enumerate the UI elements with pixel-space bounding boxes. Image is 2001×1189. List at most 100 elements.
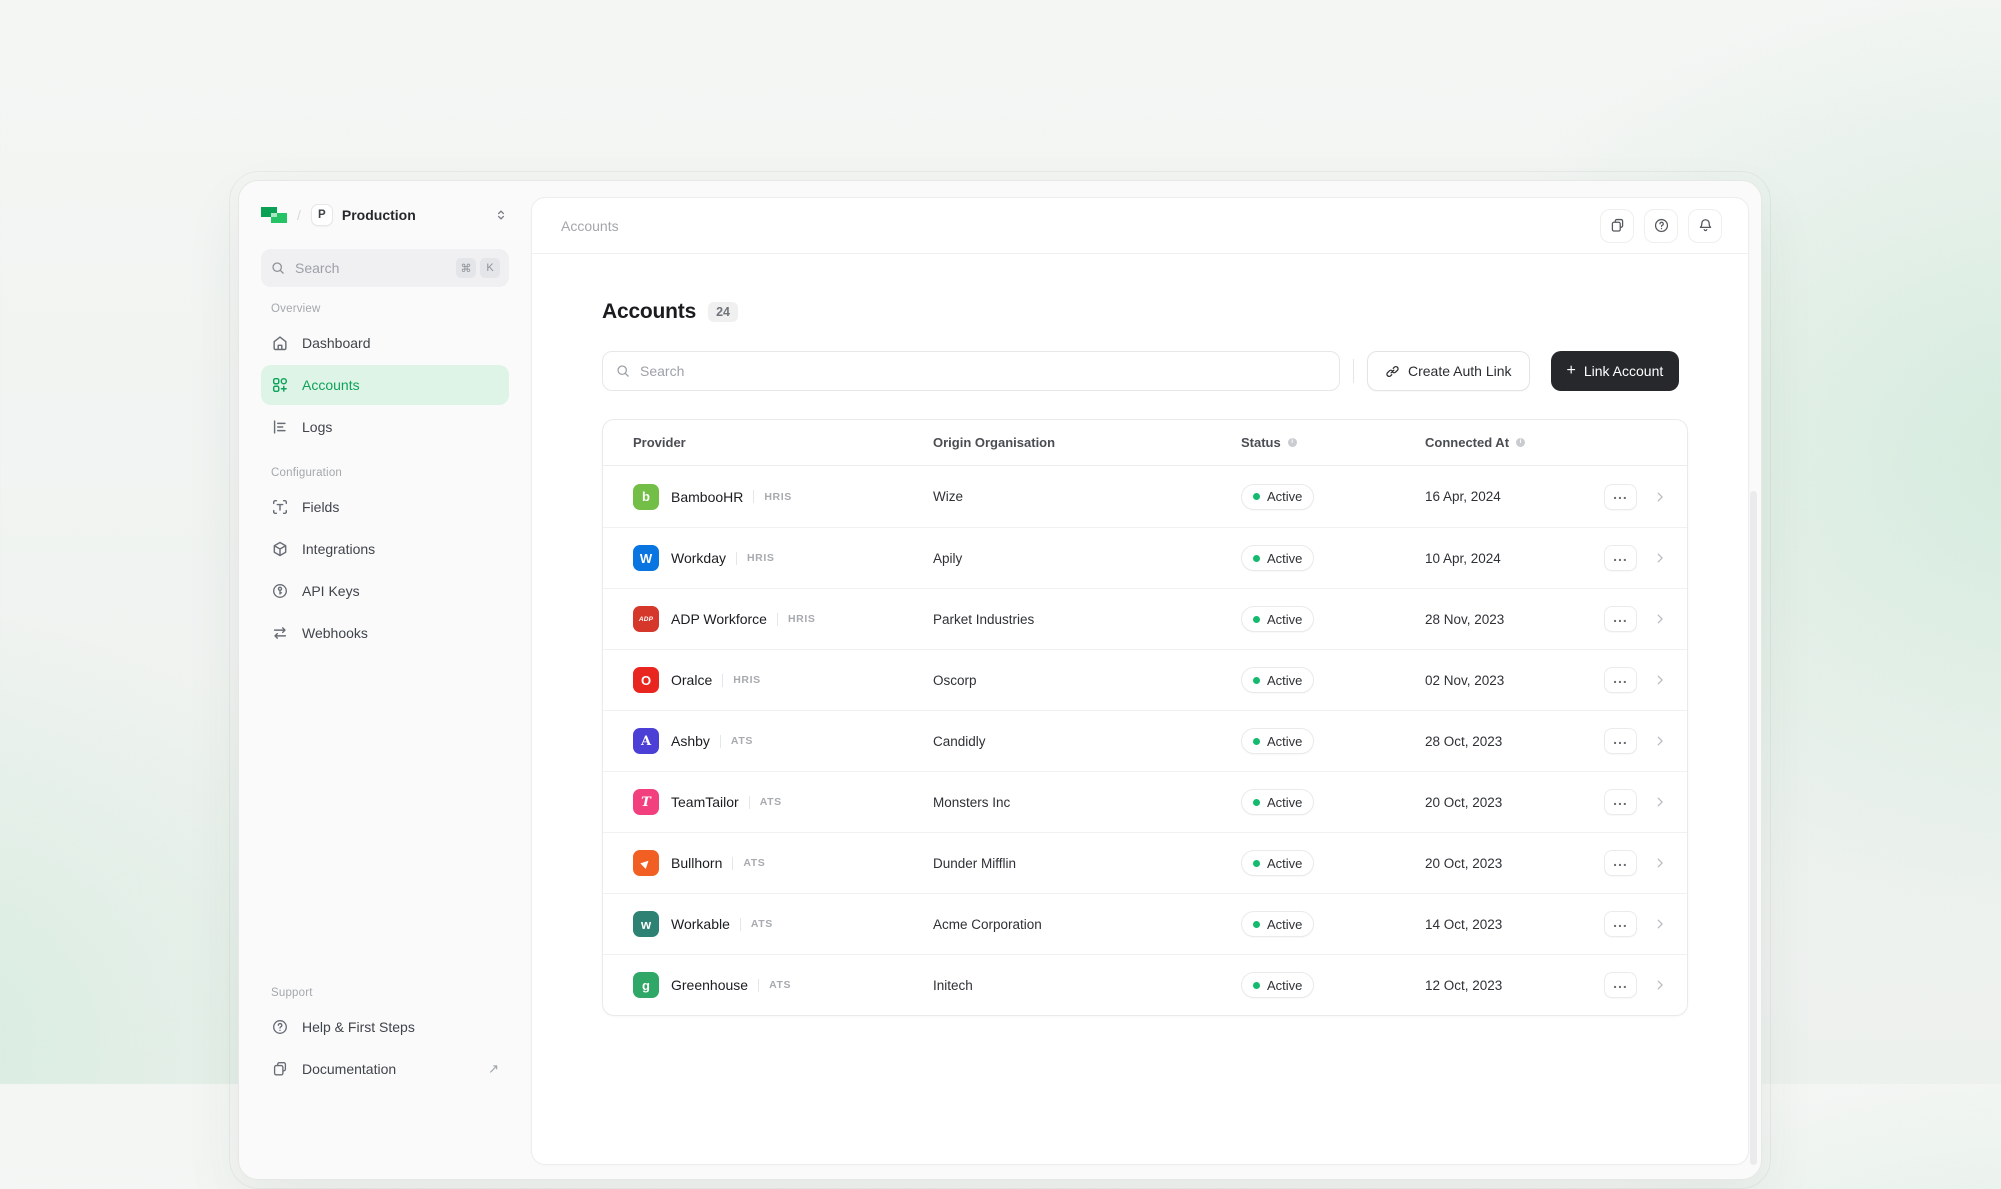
app-window: / P Production Search ⌘ K Overview Dashb… [238, 180, 1762, 1180]
provider-logo-icon: A [633, 728, 659, 754]
search-input[interactable] [640, 363, 1327, 379]
status-dot-icon [1253, 982, 1260, 989]
status-badge: Active [1241, 606, 1314, 632]
divider [740, 918, 741, 931]
search-icon [270, 260, 286, 276]
fields-type-icon [271, 498, 289, 516]
scrollbar[interactable] [1750, 491, 1757, 1165]
sidebar-search-button[interactable]: Search ⌘ K [261, 249, 509, 287]
connected-at-date: 20 Oct, 2023 [1425, 856, 1593, 871]
docs-button[interactable] [1600, 209, 1634, 243]
row-actions-button[interactable]: ... [1604, 911, 1637, 937]
origin-organisation: Candidly [933, 734, 1241, 749]
table-body: b BambooHR HRIS Wize Active 16 Apr, 2024… [603, 466, 1687, 1015]
row-actions-button[interactable]: ... [1604, 728, 1637, 754]
table-row[interactable]: ▶ Bullhorn ATS Dunder Mifflin Active 20 … [603, 832, 1687, 893]
section-label-overview: Overview [261, 303, 509, 315]
sidebar-item-help[interactable]: Help & First Steps [261, 1007, 509, 1047]
table-row[interactable]: g Greenhouse ATS Initech Active 12 Oct, … [603, 954, 1687, 1015]
connected-at-date: 14 Oct, 2023 [1425, 917, 1593, 932]
chevron-updown-icon[interactable] [493, 207, 509, 223]
connected-at-date: 02 Nov, 2023 [1425, 673, 1593, 688]
sidebar-item-logs[interactable]: Logs [261, 407, 509, 447]
info-icon[interactable]: i [1516, 438, 1525, 447]
sidebar-item-label: Integrations [302, 541, 375, 557]
status-dot-icon [1253, 738, 1260, 745]
accounts-search[interactable] [602, 351, 1340, 391]
home-icon [271, 334, 289, 352]
provider-logo-icon: b [633, 484, 659, 510]
column-header-status: Status i [1241, 435, 1425, 450]
row-actions-button[interactable]: ... [1604, 789, 1637, 815]
environment-badge: P [311, 204, 333, 226]
provider-category-tag: HRIS [747, 552, 775, 564]
chevron-right-icon [1653, 978, 1667, 992]
sidebar-item-label: Fields [302, 499, 339, 515]
link-icon [1385, 364, 1400, 379]
divider [749, 796, 750, 809]
table-row[interactable]: T TeamTailor ATS Monsters Inc Active 20 … [603, 771, 1687, 832]
search-icon [615, 363, 631, 379]
sidebar: / P Production Search ⌘ K Overview Dashb… [239, 181, 531, 1179]
provider-category-tag: ATS [769, 979, 791, 991]
provider-name: Greenhouse [671, 977, 748, 993]
table-row[interactable]: O Oralce HRIS Oscorp Active 02 Nov, 2023… [603, 649, 1687, 710]
chevron-right-icon [1653, 490, 1667, 504]
row-actions-button[interactable]: ... [1604, 972, 1637, 998]
provider-logo-icon: O [633, 667, 659, 693]
cmd-keycap: ⌘ [456, 258, 476, 278]
docs-copy-icon [271, 1060, 289, 1078]
row-actions-button[interactable]: ... [1604, 484, 1637, 510]
breadcrumb: Accounts [561, 218, 619, 234]
origin-organisation: Dunder Mifflin [933, 856, 1241, 871]
connected-at-date: 10 Apr, 2024 [1425, 551, 1593, 566]
sidebar-item-documentation[interactable]: Documentation ↗ [261, 1049, 509, 1089]
topbar: Accounts [532, 198, 1748, 254]
divider [732, 857, 733, 870]
sidebar-item-webhooks[interactable]: Webhooks [261, 613, 509, 653]
environment-name: Production [342, 207, 416, 223]
help-circle-icon [271, 1018, 289, 1036]
row-actions-button[interactable]: ... [1604, 850, 1637, 876]
info-icon[interactable]: i [1288, 438, 1297, 447]
status-dot-icon [1253, 799, 1260, 806]
accounts-grid-plus-icon [271, 376, 289, 394]
row-actions-button[interactable]: ... [1604, 667, 1637, 693]
status-badge: Active [1241, 972, 1314, 998]
status-badge: Active [1241, 911, 1314, 937]
provider-category-tag: ATS [743, 857, 765, 869]
divider [722, 674, 723, 687]
sidebar-item-fields[interactable]: Fields [261, 487, 509, 527]
plus-icon: + [1567, 362, 1576, 380]
sidebar-item-integrations[interactable]: Integrations [261, 529, 509, 569]
sidebar-item-dashboard[interactable]: Dashboard [261, 323, 509, 363]
table-row[interactable]: w Workable ATS Acme Corporation Active 1… [603, 893, 1687, 954]
chevron-right-icon [1653, 856, 1667, 870]
origin-organisation: Monsters Inc [933, 795, 1241, 810]
notifications-button[interactable] [1688, 209, 1722, 243]
table-row[interactable]: b BambooHR HRIS Wize Active 16 Apr, 2024… [603, 466, 1687, 527]
section-label-configuration: Configuration [261, 467, 509, 479]
org-switcher[interactable]: / P Production [261, 203, 509, 227]
table-row[interactable]: W Workday HRIS Apily Active 10 Apr, 2024… [603, 527, 1687, 588]
origin-organisation: Wize [933, 489, 1241, 504]
link-account-button[interactable]: + Link Account [1551, 351, 1680, 391]
sidebar-item-api-keys[interactable]: API Keys [261, 571, 509, 611]
sidebar-item-accounts[interactable]: Accounts [261, 365, 509, 405]
divider [753, 490, 754, 503]
table-row[interactable]: ADP ADP Workforce HRIS Parket Industries… [603, 588, 1687, 649]
row-actions-button[interactable]: ... [1604, 606, 1637, 632]
status-dot-icon [1253, 493, 1260, 500]
provider-category-tag: HRIS [788, 613, 816, 625]
create-auth-link-button[interactable]: Create Auth Link [1367, 351, 1530, 391]
row-actions-button[interactable]: ... [1604, 545, 1637, 571]
origin-organisation: Apily [933, 551, 1241, 566]
section-label-support: Support [261, 987, 509, 999]
connected-at-date: 28 Oct, 2023 [1425, 734, 1593, 749]
help-button[interactable] [1644, 209, 1678, 243]
provider-name: ADP Workforce [671, 611, 767, 627]
table-row[interactable]: A Ashby ATS Candidly Active 28 Oct, 2023… [603, 710, 1687, 771]
connected-at-date: 12 Oct, 2023 [1425, 978, 1593, 993]
status-dot-icon [1253, 860, 1260, 867]
column-header-connected-at: Connected At i [1425, 435, 1593, 450]
